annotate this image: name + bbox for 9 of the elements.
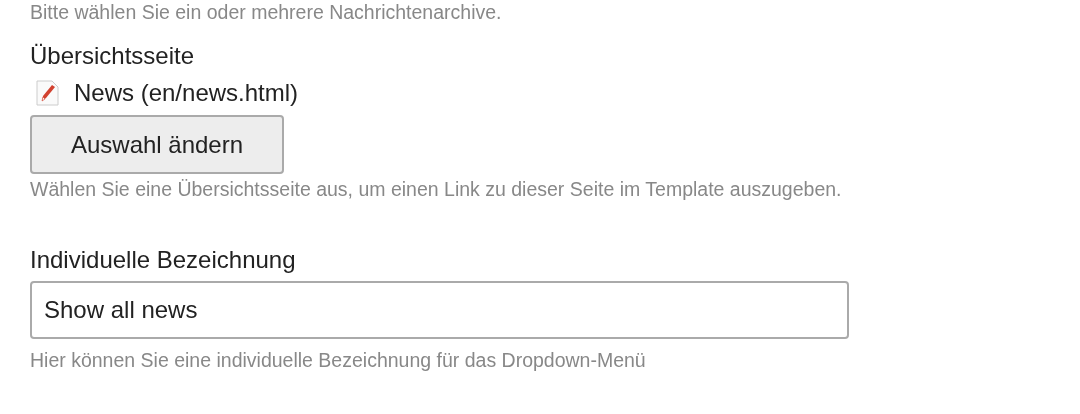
- change-selection-button[interactable]: Auswahl ändern: [30, 115, 284, 174]
- help-text: Bitte wählen Sie ein oder mehrere Nachrichtenarchive.: [30, 0, 502, 24]
- field-label: Übersichtsseite: [30, 41, 195, 71]
- selected-page: News (en/news.html): [74, 79, 299, 107]
- field-label: Individuelle Bezeichnung: [30, 245, 296, 275]
- help-text: Hier können Sie eine individuelle Bezeichnung für das Dropdown-Menü: [30, 348, 646, 372]
- page-edit-icon: [36, 80, 60, 106]
- text-field[interactable]: Show all news: [30, 281, 849, 339]
- help-text: Wählen Sie eine Übersichtsseite aus, um einen Link zu dieser Seite im Template auszugeben.: [30, 177, 842, 201]
